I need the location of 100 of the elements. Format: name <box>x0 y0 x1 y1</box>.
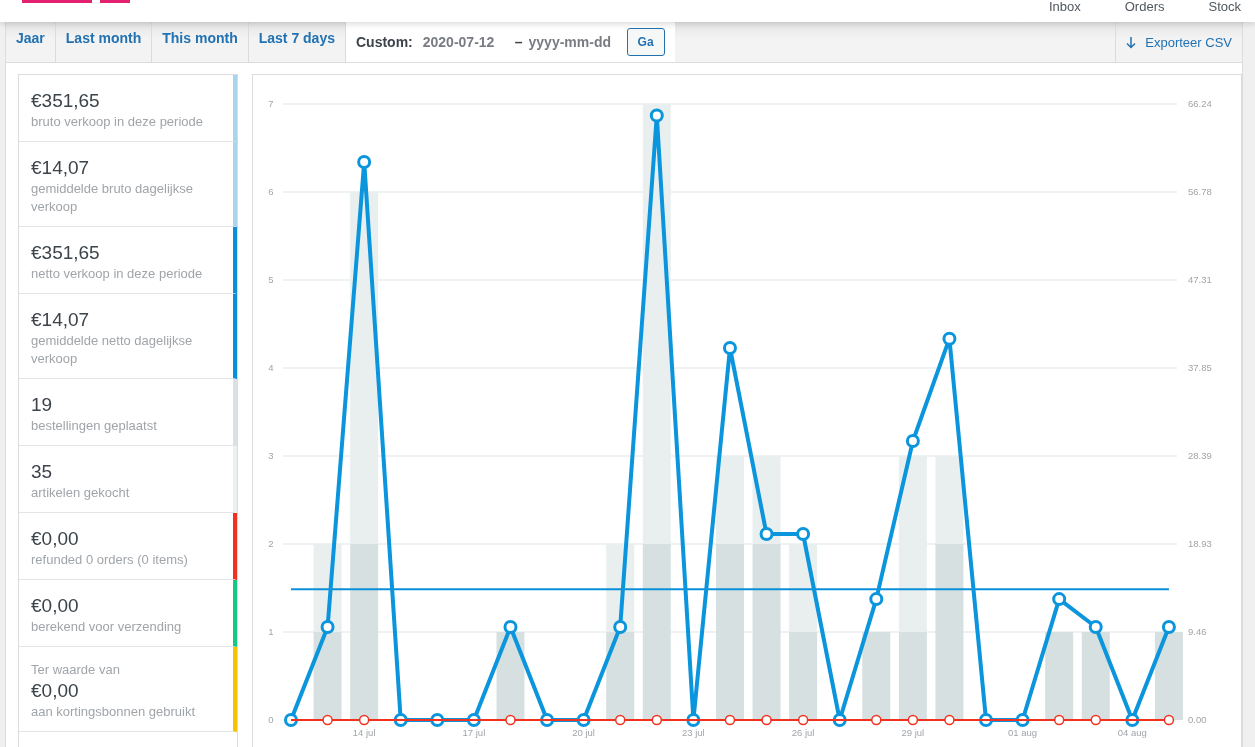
data-point <box>1052 592 1067 607</box>
data-point <box>869 592 884 607</box>
axis-label: 3 <box>268 450 274 461</box>
legend-value: €14,07 <box>31 308 91 332</box>
data-point <box>613 620 628 634</box>
legend-item[interactable]: €0,00 refunded 0 orders (0 items) <box>19 513 237 580</box>
legend-label: netto verkoop in deze periode <box>31 265 204 283</box>
legend-item[interactable]: Ter waarde van €0,00 aan kortingsbonnen gebruikt <box>19 647 237 732</box>
axis-label: 37.85 <box>1188 362 1212 373</box>
data-point <box>724 714 736 726</box>
data-point <box>942 331 957 346</box>
data-point <box>505 714 516 726</box>
axis-label: 26 jul <box>791 727 815 738</box>
data-point <box>907 714 919 726</box>
data-point <box>1053 714 1065 726</box>
axis-label: 56.78 <box>1188 185 1212 197</box>
axis-label: 04 aug <box>1117 727 1147 738</box>
legend-value: €0,00 <box>31 594 80 618</box>
legend-item[interactable]: 19 bestellingen geplaatst <box>19 379 237 446</box>
data-point <box>944 714 955 726</box>
axis-label: 17 jul <box>462 727 486 738</box>
legend-label: berekend voor verzending <box>31 618 183 636</box>
data-point <box>1163 714 1175 726</box>
legend-label: gemiddelde bruto dagelijkse verkoop <box>31 180 194 216</box>
legend-value: €351,65 <box>31 89 101 113</box>
axis-label: 1 <box>268 626 274 637</box>
legend-item[interactable]: €14,07 gemiddelde netto dagelijkse verkoop <box>19 294 237 379</box>
data-point <box>284 713 298 727</box>
legend-item[interactable]: €351,65 netto verkoop in deze periode <box>19 227 237 294</box>
axis-label: 01 aug <box>1008 727 1038 738</box>
range-tab[interactable]: Last month <box>55 22 153 62</box>
data-point <box>540 713 555 727</box>
data-point <box>358 714 370 726</box>
axis-label: 9.46 <box>1188 626 1207 638</box>
legend-value: €351,65 <box>31 241 101 265</box>
data-point <box>871 714 882 726</box>
data-point <box>466 713 481 727</box>
legend-label: aan kortingsbonnen gebruikt <box>31 703 197 721</box>
data-point <box>905 434 920 448</box>
data-point <box>1161 620 1176 634</box>
start-date-field[interactable]: 2020-07-12 <box>422 34 509 50</box>
data-point <box>1090 714 1101 726</box>
legend-item[interactable]: €351,65 bruto verkoop in deze periode <box>19 75 237 142</box>
axis-label: 20 jul <box>572 727 595 738</box>
date-separator: – <box>514 34 523 50</box>
data-point <box>1088 620 1103 634</box>
legend-label: gemiddelde netto dagelijkse verkoop <box>31 332 194 368</box>
axis-label: 0.00 <box>1188 714 1207 725</box>
range-tab[interactable]: Last 7 days <box>248 22 346 62</box>
data-point <box>649 108 664 123</box>
end-date-field[interactable]: yyyy-mm-dd <box>528 34 615 50</box>
axis-label: 47.31 <box>1188 274 1212 286</box>
data-point <box>393 713 408 727</box>
axis-label: 6 <box>268 186 274 197</box>
data-point <box>322 714 333 726</box>
legend-value: 19 <box>31 393 54 417</box>
export-csv-link[interactable]: Exporteer CSV <box>1115 22 1242 62</box>
data-point <box>796 527 811 541</box>
axis-label: 28.39 <box>1188 450 1212 461</box>
data-point <box>722 341 737 355</box>
legend-item[interactable]: 35 artikelen gekocht <box>19 446 237 513</box>
go-button[interactable]: Ga <box>626 28 665 56</box>
axis-label: 66.24 <box>1188 98 1212 109</box>
data-point <box>1015 713 1030 727</box>
data-point <box>686 713 701 727</box>
legend-item[interactable]: €14,07 gemiddelde bruto dagelijkse verkoop <box>19 142 237 227</box>
data-point <box>430 713 445 727</box>
legend-label: bestellingen geplaatst <box>31 417 158 435</box>
data-point <box>576 713 591 727</box>
legend-value: 35 <box>31 460 54 484</box>
data-point <box>320 620 335 634</box>
nav-link[interactable]: Inbox <box>1012 0 1089 22</box>
data-point <box>979 713 993 727</box>
axis-label: 2 <box>268 538 274 549</box>
legend-item[interactable]: €0,00 berekend voor verzending <box>19 580 237 647</box>
legend-value: €14,07 <box>31 156 91 180</box>
axis-label: 23 jul <box>682 727 705 738</box>
nav-link[interactable]: Orders <box>1088 0 1173 22</box>
legend-value: €0,00 <box>31 679 80 703</box>
data-point <box>357 155 372 170</box>
data-point <box>1125 713 1140 727</box>
data-point <box>503 620 518 634</box>
legend-label: bruto verkoop in deze periode <box>31 113 204 131</box>
custom-label: Custom: <box>355 34 413 50</box>
legend-prefix: Ter waarde van <box>31 661 121 679</box>
legend-label: refunded 0 orders (0 items) <box>31 551 189 569</box>
axis-label: 18.93 <box>1188 537 1212 549</box>
range-tab[interactable]: This month <box>152 22 249 62</box>
range-tab[interactable]: Jaar <box>6 22 56 62</box>
axis-label: 0 <box>268 714 274 725</box>
axis-label: 29 jul <box>901 727 925 738</box>
axis-label: 5 <box>268 274 274 285</box>
data-point <box>614 714 626 726</box>
legend-label: artikelen gekocht <box>31 484 131 502</box>
axis-label: 7 <box>268 98 274 109</box>
axis-label: 4 <box>268 362 274 373</box>
data-point <box>759 527 774 541</box>
legend-value: €0,00 <box>31 527 80 551</box>
download-arrow-icon <box>1126 35 1137 49</box>
nav-link[interactable]: Stock <box>1172 0 1255 22</box>
